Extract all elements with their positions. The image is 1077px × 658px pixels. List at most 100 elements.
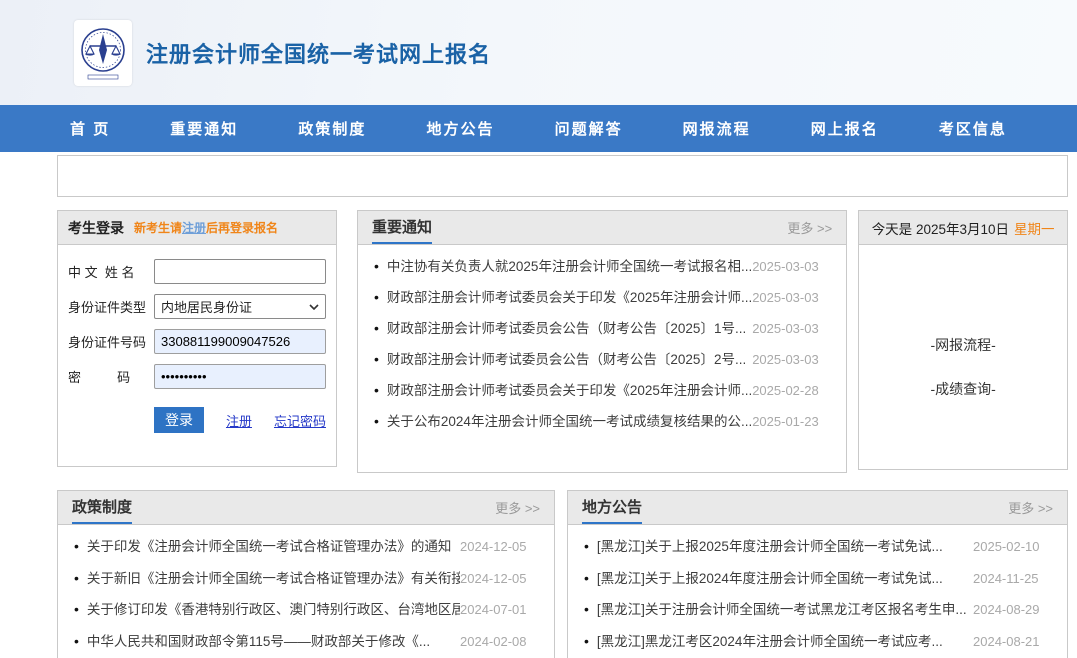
- bullet-icon: •: [374, 258, 379, 274]
- local-title: 地方公告: [582, 491, 642, 524]
- notice-item: • 财政部注册会计师考试委员会公告（财考公告〔2025〕2号... 2025-0…: [374, 348, 830, 379]
- score-query-quick-link[interactable]: -成绩查询-: [930, 379, 995, 399]
- local-list: • [黑龙江]关于上报2025年度注册会计师全国统一考试免试... 2025-0…: [568, 525, 1067, 658]
- bullet-icon: •: [584, 633, 589, 649]
- nav-item-examarea[interactable]: 考区信息: [939, 118, 1007, 139]
- id-number-label: 身份证件号码: [68, 332, 154, 351]
- id-type-selected-value: 内地居民身份证: [161, 297, 252, 316]
- local-item: • [黑龙江]关于上报2024年度注册会计师全国统一考试免试... 2024-1…: [584, 567, 1051, 599]
- bullet-icon: •: [374, 320, 379, 336]
- bullet-icon: •: [374, 351, 379, 367]
- chevron-down-icon: [309, 304, 319, 310]
- policy-link[interactable]: 关于新旧《注册会计师全国统一考试合格证管理办法》有关衔接...: [87, 567, 460, 587]
- policy-panel: 政策制度 更多 >> • 关于印发《注册会计师全国统一考试合格证管理办法》的通知…: [57, 490, 555, 658]
- nav-item-process[interactable]: 网报流程: [683, 118, 751, 139]
- bullet-icon: •: [584, 570, 589, 586]
- password-label: 密 码: [68, 367, 154, 386]
- today-header: 今天是 2025年3月10日 星期一: [859, 211, 1067, 245]
- policy-date: 2024-07-01: [460, 602, 538, 617]
- policy-title: 政策制度: [72, 491, 132, 524]
- login-panel: 考生登录 新考生请注册后再登录报名 中 文 姓 名 身份证件类型 内地居民身份证: [57, 210, 337, 467]
- nav-item-home[interactable]: 首 页: [70, 118, 110, 139]
- local-date: 2025-02-10: [973, 539, 1051, 554]
- notice-item: • 关于公布2024年注册会计师全国统一考试成绩复核结果的公... 2025-0…: [374, 410, 830, 441]
- important-notices-panel: 重要通知 更多 >> • 中注协有关负责人就2025年注册会计师全国统一考试报名…: [357, 210, 847, 473]
- policy-link[interactable]: 关于修订印发《香港特别行政区、澳门特别行政区、台湾地区居...: [87, 598, 460, 618]
- register-inline-link[interactable]: 注册: [182, 221, 206, 235]
- policy-item: • 中华人民共和国财政部令第115号——财政部关于修改《... 2024-02-…: [74, 630, 538, 658]
- nav-item-notices[interactable]: 重要通知: [170, 118, 238, 139]
- notice-link[interactable]: 财政部注册会计师考试委员会关于印发《2025年注册会计师...: [387, 286, 752, 306]
- local-link[interactable]: [黑龙江]关于上报2024年度注册会计师全国统一考试免试...: [597, 567, 973, 587]
- cicpa-emblem-icon: [78, 24, 128, 82]
- bullet-icon: •: [74, 601, 79, 617]
- today-date-text: 今天是 2025年3月10日: [872, 218, 1009, 238]
- notice-date: 2025-01-23: [752, 414, 830, 429]
- hint-prefix: 新考生请: [134, 221, 182, 235]
- process-quick-link[interactable]: -网报流程-: [930, 335, 995, 355]
- policy-link[interactable]: 中华人民共和国财政部令第115号——财政部关于修改《...: [87, 630, 460, 650]
- notice-link[interactable]: 财政部注册会计师考试委员会公告（财考公告〔2025〕2号...: [387, 348, 752, 368]
- policy-list: • 关于印发《注册会计师全国统一考试合格证管理办法》的通知 2024-12-05…: [58, 525, 554, 658]
- quick-links: -网报流程- -成绩查询-: [859, 245, 1067, 423]
- notice-date: 2025-03-03: [752, 259, 830, 274]
- today-weekday-link[interactable]: 星期一: [1014, 218, 1055, 238]
- nav-item-local[interactable]: 地方公告: [426, 118, 494, 139]
- notices-list: • 中注协有关负责人就2025年注册会计师全国统一考试报名相... 2025-0…: [358, 245, 846, 441]
- local-link[interactable]: [黑龙江]黑龙江考区2024年注册会计师全国统一考试应考...: [597, 630, 973, 650]
- id-type-label: 身份证件类型: [68, 297, 154, 316]
- bullet-icon: •: [584, 601, 589, 617]
- login-title: 考生登录: [68, 218, 124, 238]
- login-button[interactable]: 登录: [154, 407, 204, 433]
- notice-link[interactable]: 财政部注册会计师考试委员会公告（财考公告〔2025〕1号...: [387, 317, 752, 337]
- bullet-icon: •: [74, 570, 79, 586]
- new-candidate-hint: 新考生请注册后再登录报名: [134, 219, 278, 236]
- nav-item-faq[interactable]: 问题解答: [555, 118, 623, 139]
- name-input[interactable]: [154, 259, 326, 284]
- local-item: • [黑龙江]关于注册会计师全国统一考试黑龙江考区报名考生申... 2024-0…: [584, 598, 1051, 630]
- login-form: 中 文 姓 名 身份证件类型 内地居民身份证 身份证件号码: [58, 245, 336, 433]
- announcement-bar: [57, 155, 1068, 197]
- notice-link[interactable]: 中注协有关负责人就2025年注册会计师全国统一考试报名相...: [387, 255, 752, 275]
- cicpa-logo: [74, 20, 132, 86]
- policy-date: 2024-12-05: [460, 539, 538, 554]
- bullet-icon: •: [584, 538, 589, 554]
- notices-more-link[interactable]: 更多 >>: [787, 218, 832, 237]
- forgot-password-link[interactable]: 忘记密码: [274, 411, 326, 430]
- bullet-icon: •: [74, 538, 79, 554]
- notice-link[interactable]: 财政部注册会计师考试委员会关于印发《2025年注册会计师...: [387, 379, 752, 399]
- id-type-select[interactable]: 内地居民身份证: [154, 294, 326, 319]
- notice-date: 2025-03-03: [752, 352, 830, 367]
- notice-item: • 财政部注册会计师考试委员会关于印发《2025年注册会计师... 2025-0…: [374, 379, 830, 410]
- local-date: 2024-11-25: [973, 571, 1051, 586]
- nav-item-signup[interactable]: 网上报名: [811, 118, 879, 139]
- password-input[interactable]: [154, 364, 326, 389]
- policy-link[interactable]: 关于印发《注册会计师全国统一考试合格证管理办法》的通知: [87, 535, 460, 555]
- notice-date: 2025-02-28: [752, 383, 830, 398]
- bullet-icon: •: [374, 382, 379, 398]
- notice-item: • 中注协有关负责人就2025年注册会计师全国统一考试报名相... 2025-0…: [374, 255, 830, 286]
- policy-more-link[interactable]: 更多 >>: [495, 498, 540, 517]
- local-link[interactable]: [黑龙江]关于注册会计师全国统一考试黑龙江考区报名考生申...: [597, 598, 973, 618]
- policy-item: • 关于印发《注册会计师全国统一考试合格证管理办法》的通知 2024-12-05: [74, 535, 538, 567]
- local-more-link[interactable]: 更多 >>: [1008, 498, 1053, 517]
- id-number-input[interactable]: [154, 329, 326, 354]
- notice-date: 2025-03-03: [752, 290, 830, 305]
- register-link[interactable]: 注册: [226, 411, 252, 430]
- bullet-icon: •: [374, 413, 379, 429]
- local-header: 地方公告 更多 >>: [568, 491, 1067, 525]
- policy-date: 2024-12-05: [460, 571, 538, 586]
- site-header: 注册会计师全国统一考试网上报名: [0, 0, 1077, 105]
- nav-item-policy[interactable]: 政策制度: [298, 118, 366, 139]
- notice-link[interactable]: 关于公布2024年注册会计师全国统一考试成绩复核结果的公...: [387, 410, 752, 430]
- bullet-icon: •: [374, 289, 379, 305]
- notices-header: 重要通知 更多 >>: [358, 211, 846, 245]
- main-nav: 首 页 重要通知 政策制度 地方公告 问题解答 网报流程 网上报名 考区信息: [0, 105, 1077, 152]
- local-link[interactable]: [黑龙江]关于上报2025年度注册会计师全国统一考试免试...: [597, 535, 973, 555]
- notice-item: • 财政部注册会计师考试委员会公告（财考公告〔2025〕1号... 2025-0…: [374, 317, 830, 348]
- name-label: 中 文 姓 名: [68, 262, 154, 281]
- notice-date: 2025-03-03: [752, 321, 830, 336]
- local-date: 2024-08-21: [973, 634, 1051, 649]
- policy-item: • 关于修订印发《香港特别行政区、澳门特别行政区、台湾地区居... 2024-0…: [74, 598, 538, 630]
- local-announcements-panel: 地方公告 更多 >> • [黑龙江]关于上报2025年度注册会计师全国统一考试免…: [567, 490, 1068, 658]
